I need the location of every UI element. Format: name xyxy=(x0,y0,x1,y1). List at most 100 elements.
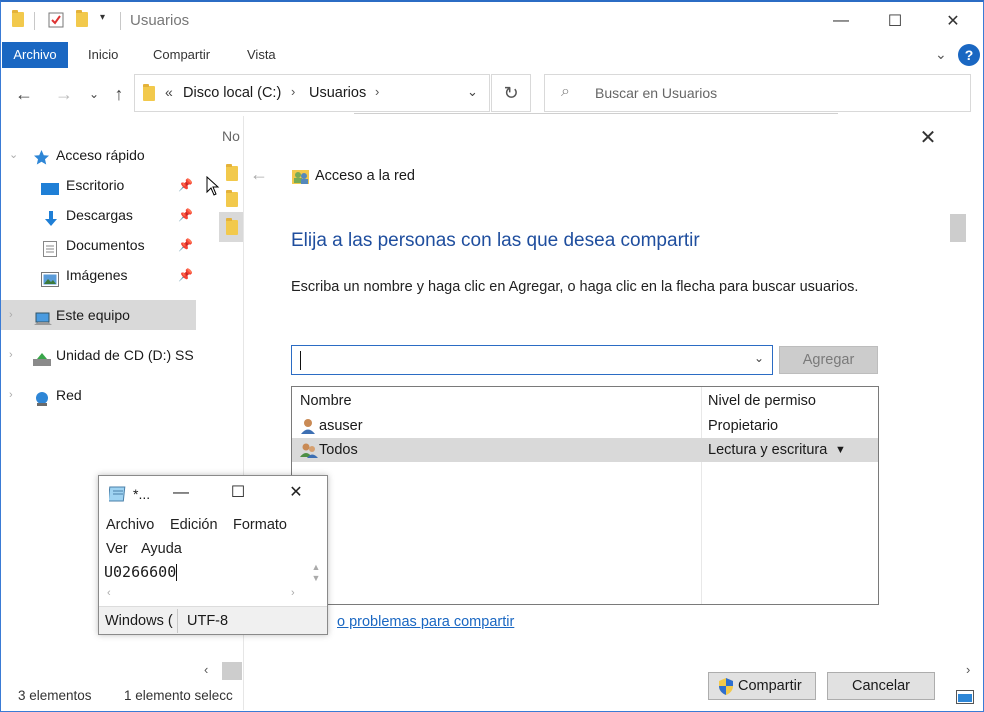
view-toggle-icon[interactable] xyxy=(956,690,974,704)
back-arrow-icon[interactable]: ← xyxy=(12,82,36,106)
tab-compartir[interactable]: Compartir xyxy=(141,42,222,68)
scrollbar-thumb[interactable] xyxy=(950,214,966,242)
menu-formato[interactable]: Formato xyxy=(233,517,287,533)
back-arrow-icon[interactable]: ← xyxy=(250,164,268,185)
sidebar-item-descargas[interactable]: Descargas 📌 xyxy=(0,200,198,230)
dialog-close-button[interactable]: ✕ xyxy=(916,126,940,150)
separator xyxy=(120,12,121,30)
sidebar-item-label: Acceso rápido xyxy=(56,147,145,163)
notepad-text-area[interactable]: U0266600 xyxy=(101,560,307,584)
permission-level-dropdown[interactable]: Lectura y escritura xyxy=(708,438,827,462)
sidebar-item-red[interactable]: › Red xyxy=(0,380,198,410)
pin-icon[interactable]: 📌 xyxy=(178,170,193,200)
recent-locations-icon[interactable]: ⌄ xyxy=(82,82,106,106)
file-list-column-header[interactable]: No xyxy=(222,128,240,144)
notepad-status-bar: Windows ( UTF-8 xyxy=(99,606,327,634)
sidebar-item-label: Documentos xyxy=(66,237,145,253)
minimize-button[interactable]: — xyxy=(812,0,870,42)
chevron-right-icon[interactable]: › xyxy=(9,380,13,410)
new-folder-icon[interactable] xyxy=(76,10,88,30)
separator xyxy=(34,12,35,30)
sidebar-item-cd-drive[interactable]: › Unidad de CD (D:) SS xyxy=(0,340,198,370)
menu-ayuda[interactable]: Ayuda xyxy=(141,541,182,557)
network-icon xyxy=(33,387,50,406)
dropdown-arrow-icon[interactable]: ▼ xyxy=(835,438,846,462)
help-button[interactable]: ? xyxy=(958,44,980,66)
sidebar-item-quick-access[interactable]: ⌄ Acceso rápido xyxy=(0,140,198,170)
permission-level: Propietario xyxy=(708,418,779,434)
breadcrumb-overflow[interactable]: « xyxy=(165,84,173,100)
divider xyxy=(354,113,838,115)
maximize-button[interactable]: ☐ xyxy=(866,0,924,42)
window-title: Usuarios xyxy=(130,12,190,29)
search-icon: ⌕ xyxy=(561,83,570,100)
refresh-icon: ↻ xyxy=(503,83,519,103)
address-history-dropdown-icon[interactable]: ⌄ xyxy=(467,84,478,100)
chevron-down-icon[interactable]: ⌄ xyxy=(754,351,764,365)
scrollbar-thumb[interactable] xyxy=(222,662,242,680)
dialog-description: Escriba un nombre y haga clic en Agregar… xyxy=(291,279,859,295)
column-header-nivel[interactable]: Nivel de permiso xyxy=(708,389,816,413)
tab-vista[interactable]: Vista xyxy=(235,42,288,68)
dialog-heading: Elija a las personas con las que desea c… xyxy=(291,230,700,251)
sidebar-item-escritorio[interactable]: Escritorio 📌 xyxy=(0,170,198,200)
chevron-right-icon[interactable]: › xyxy=(9,340,13,370)
chevron-right-icon[interactable]: › xyxy=(9,300,13,330)
horizontal-scrollbar[interactable]: ‹ › xyxy=(200,660,984,682)
vertical-scrollbar[interactable]: ▲ ▼ xyxy=(307,562,325,586)
menu-edicion[interactable]: Edición xyxy=(170,517,218,533)
up-arrow-icon[interactable]: ↑ xyxy=(107,82,131,106)
add-button[interactable]: Agregar xyxy=(779,346,878,374)
customize-toolbar-icon[interactable]: ▾ xyxy=(100,12,105,23)
pin-icon[interactable]: 📌 xyxy=(178,200,193,230)
close-button[interactable]: ✕ xyxy=(924,0,982,42)
horizontal-scrollbar[interactable]: ‹ › xyxy=(101,586,307,604)
tab-inicio[interactable]: Inicio xyxy=(76,42,130,68)
table-row[interactable]: Todos Lectura y escritura ▼ xyxy=(292,438,878,462)
status-selection: 1 elemento selecc xyxy=(124,688,233,703)
menu-archivo[interactable]: Archivo xyxy=(106,517,154,533)
search-input[interactable]: ⌕ Buscar en Usuarios xyxy=(544,74,971,112)
chevron-right-icon[interactable]: › xyxy=(291,84,295,99)
refresh-button[interactable]: ↻ xyxy=(491,74,531,112)
sidebar-item-documentos[interactable]: Documentos 📌 xyxy=(0,230,198,260)
notepad-minimize-button[interactable]: — xyxy=(169,482,193,504)
breadcrumb-usuarios[interactable]: Usuarios xyxy=(309,85,366,101)
scroll-right-icon[interactable]: › xyxy=(291,587,295,599)
scroll-right-icon[interactable]: › xyxy=(966,662,970,677)
selected-file-row[interactable] xyxy=(219,212,243,242)
scroll-left-icon[interactable]: ‹ xyxy=(107,587,111,599)
folder-icon[interactable] xyxy=(226,190,238,207)
chevron-down-icon[interactable]: ⌄ xyxy=(9,140,18,170)
pin-icon[interactable]: 📌 xyxy=(178,260,193,290)
folder-icon xyxy=(143,84,155,104)
status-line-ending: Windows ( xyxy=(105,613,173,629)
menu-ver[interactable]: Ver xyxy=(106,541,128,557)
ribbon: Archivo Inicio Compartir Vista xyxy=(0,42,984,70)
status-item-count: 3 elementos xyxy=(18,688,92,703)
notepad-maximize-button[interactable]: ☐ xyxy=(226,482,250,504)
sidebar-item-label: Este equipo xyxy=(56,307,130,323)
sidebar-item-label: Escritorio xyxy=(66,177,125,193)
chevron-right-icon[interactable]: › xyxy=(375,84,379,99)
breadcrumb-disco-local[interactable]: Disco local (C:) xyxy=(183,85,281,101)
expand-ribbon-icon[interactable]: ⌄ xyxy=(935,46,947,63)
column-header-nombre[interactable]: Nombre xyxy=(300,389,352,413)
scroll-left-icon[interactable]: ‹ xyxy=(204,662,208,677)
mouse-cursor-icon xyxy=(206,175,220,196)
sharing-problems-link[interactable]: o problemas para compartir xyxy=(337,614,514,630)
table-row[interactable]: asuser Propietario xyxy=(292,414,878,438)
notepad-close-button[interactable]: ✕ xyxy=(284,482,308,504)
network-users-icon xyxy=(292,168,310,185)
properties-icon[interactable] xyxy=(48,12,64,28)
forward-arrow-icon[interactable]: → xyxy=(52,82,76,106)
address-bar[interactable]: « Disco local (C:) › Usuarios › ⌄ xyxy=(134,74,490,112)
tab-archivo[interactable]: Archivo xyxy=(2,42,68,68)
download-icon xyxy=(43,207,60,226)
user-name-combobox[interactable]: ⌄ xyxy=(291,345,773,375)
pin-icon[interactable]: 📌 xyxy=(178,230,193,260)
sidebar-item-imagenes[interactable]: Imágenes 📌 xyxy=(0,260,198,290)
notepad-window: *... — ☐ ✕ Archivo Edición Formato Ver A… xyxy=(98,475,328,635)
folder-icon[interactable] xyxy=(226,164,238,181)
sidebar-item-este-equipo[interactable]: › Este equipo xyxy=(0,300,196,330)
